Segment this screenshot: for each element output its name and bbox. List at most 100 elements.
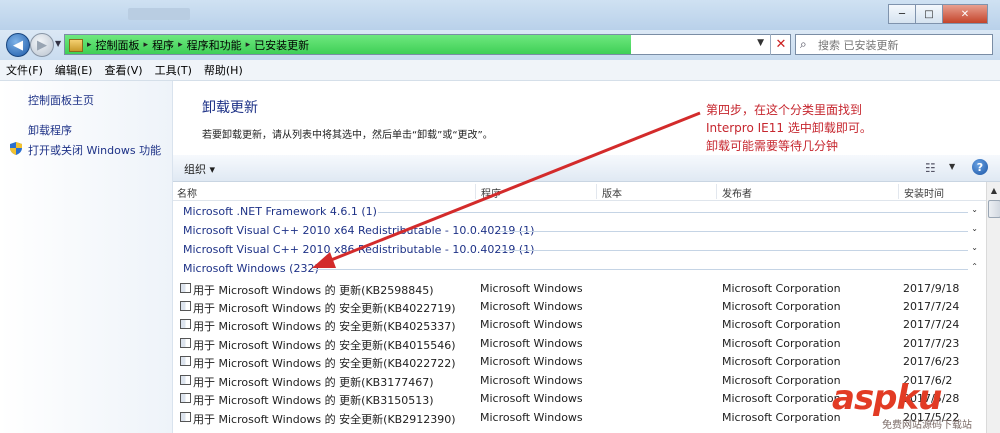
row-program: Microsoft Windows [480,282,583,295]
update-icon [180,356,191,366]
row-name: 用于 Microsoft Windows 的 安全更新(KB4022719) [193,302,456,315]
annotation-line-3: 卸载可能需要等待几分钟 [706,139,839,153]
forward-arrow-icon[interactable]: ▶ [30,33,54,57]
chevron-down-icon[interactable]: ⌄ [971,205,978,214]
breadcrumb-installed-updates[interactable]: 已安装更新 [254,37,309,53]
search-input[interactable] [816,36,990,55]
row-date: 2017/7/24 [903,300,960,313]
menu-help[interactable]: 帮助(H) [198,62,249,78]
column-divider[interactable] [475,184,476,199]
column-name[interactable]: 名称 [177,185,197,200]
column-install-date[interactable]: 安装时间 [904,185,944,200]
vertical-scrollbar[interactable]: ▲ [986,182,1000,433]
update-icon [180,412,191,422]
group-label: Microsoft Windows (232) [183,262,319,275]
chevron-down-icon[interactable]: ⌄ [971,243,978,252]
chevron-up-icon[interactable]: ⌃ [971,262,978,271]
shield-icon [10,142,22,155]
row-publisher: Microsoft Corporation [722,392,841,405]
column-divider[interactable] [596,184,597,199]
close-button[interactable]: ✕ [942,4,988,24]
chevron-right-icon[interactable]: ▸ [246,40,251,50]
group-dotnet[interactable]: Microsoft .NET Framework 4.6.1 (1) ⌄ [173,202,986,221]
chevron-right-icon[interactable]: ▸ [87,40,92,50]
row-program: Microsoft Windows [480,355,583,368]
control-panel-home-link[interactable]: 控制面板主页 [28,92,94,108]
row-name: 用于 Microsoft Windows 的 更新(KB2598845) [193,284,434,297]
minimize-button[interactable]: ─ [888,4,915,24]
back-arrow-icon[interactable]: ◀ [6,33,30,57]
search-icon: ⌕ [800,37,807,51]
scroll-thumb[interactable] [988,200,1000,218]
row-date: 2017/6/23 [903,355,960,368]
column-version[interactable]: 版本 [602,185,622,200]
address-dropdown-icon[interactable]: ▼ [757,38,764,48]
column-divider[interactable] [898,184,899,199]
row-date: 2017/7/24 [903,318,960,331]
window-controls: ─ □ ✕ [888,4,988,24]
windows-features-link[interactable]: 打开或关闭 Windows 功能 [28,142,161,158]
column-publisher[interactable]: 发布者 [722,185,752,200]
table-row[interactable]: 用于 Microsoft Windows 的 更新(KB2598845) Mic… [173,279,986,297]
view-dropdown-icon[interactable]: ▼ [949,162,955,171]
breadcrumb-programs[interactable]: 程序 [152,37,174,53]
row-name: 用于 Microsoft Windows 的 安全更新(KB4022722) [193,357,456,370]
row-name: 用于 Microsoft Windows 的 更新(KB3177467) [193,376,434,389]
maximize-button[interactable]: □ [915,4,942,24]
menu-file[interactable]: 文件(F) [0,62,49,78]
table-row[interactable]: 用于 Microsoft Windows 的 安全更新(KB4022719) M… [173,297,986,315]
history-dropdown-icon[interactable]: ▼ [55,39,61,48]
menu-view[interactable]: 查看(V) [98,62,148,78]
row-name: 用于 Microsoft Windows 的 安全更新(KB4015546) [193,339,456,352]
group-label: Microsoft .NET Framework 4.6.1 (1) [183,205,377,218]
help-icon[interactable]: ? [972,159,988,175]
navigation-bar: ◀ ▶ ▼ ▸ 控制面板 ▸ 程序 ▸ 程序和功能 ▸ 已安装更新 ▼ ✕ ⌕ [0,30,1000,60]
table-row[interactable]: 用于 Microsoft Windows 的 安全更新(KB4025337) M… [173,315,986,333]
row-program: Microsoft Windows [480,300,583,313]
row-date: 2017/9/18 [903,282,960,295]
breadcrumb: ▸ 控制面板 ▸ 程序 ▸ 程序和功能 ▸ 已安装更新 [69,37,309,53]
row-publisher: Microsoft Corporation [722,374,841,387]
menu-edit[interactable]: 编辑(E) [49,62,99,78]
row-publisher: Microsoft Corporation [722,411,841,424]
annotation-line-2: Interpro IE11 选中卸载即可。 [706,121,872,135]
breadcrumb-control-panel[interactable]: 控制面板 [96,37,140,53]
column-divider[interactable] [716,184,717,199]
left-navigation-pane: 控制面板主页 卸载程序 打开或关闭 Windows 功能 [0,81,173,433]
row-publisher: Microsoft Corporation [722,355,841,368]
group-divider [498,250,968,251]
row-date: 2017/7/23 [903,337,960,350]
update-icon [180,338,191,348]
watermark-subtitle: 免费网站源码下载站 [882,420,972,431]
group-vcpp-x64[interactable]: Microsoft Visual C++ 2010 x64 Redistribu… [173,221,986,240]
menu-tools[interactable]: 工具(T) [149,62,198,78]
group-vcpp-x86[interactable]: Microsoft Visual C++ 2010 x86 Redistribu… [173,240,986,259]
stop-icon[interactable]: ✕ [770,34,791,55]
update-icon [180,301,191,311]
update-icon [180,393,191,403]
row-name: 用于 Microsoft Windows 的 更新(KB3150513) [193,394,434,407]
group-microsoft-windows[interactable]: Microsoft Windows (232) ⌃ [173,259,986,278]
menu-bar: 文件(F) 编辑(E) 查看(V) 工具(T) 帮助(H) [0,60,1000,81]
row-publisher: Microsoft Corporation [722,337,841,350]
view-options-icon[interactable]: ☷ [925,161,936,175]
chevron-right-icon[interactable]: ▸ [144,40,149,50]
row-name: 用于 Microsoft Windows 的 安全更新(KB2912390) [193,413,456,426]
breadcrumb-programs-features[interactable]: 程序和功能 [187,37,242,53]
row-publisher: Microsoft Corporation [722,300,841,313]
chevron-down-icon[interactable]: ⌄ [971,224,978,233]
group-divider [378,212,968,213]
command-toolbar: 组织 ▾ ☷ ▼ ? [173,155,1000,182]
address-bar[interactable]: ▸ 控制面板 ▸ 程序 ▸ 程序和功能 ▸ 已安装更新 ▼ [64,34,791,55]
column-header: 名称 程序 版本 发布者 安装时间 [173,182,986,201]
scroll-up-icon[interactable]: ▲ [987,182,1000,198]
table-row[interactable]: 用于 Microsoft Windows 的 安全更新(KB4015546) M… [173,334,986,352]
table-row[interactable]: 用于 Microsoft Windows 的 安全更新(KB4022722) M… [173,352,986,370]
search-box[interactable]: ⌕ [795,34,993,55]
column-program[interactable]: 程序 [481,185,501,200]
uninstall-program-link[interactable]: 卸载程序 [28,122,72,138]
watermark-logo: aspku [832,378,942,418]
row-program: Microsoft Windows [480,318,583,331]
chevron-right-icon[interactable]: ▸ [178,40,183,50]
organize-button[interactable]: 组织 ▾ [184,161,215,177]
